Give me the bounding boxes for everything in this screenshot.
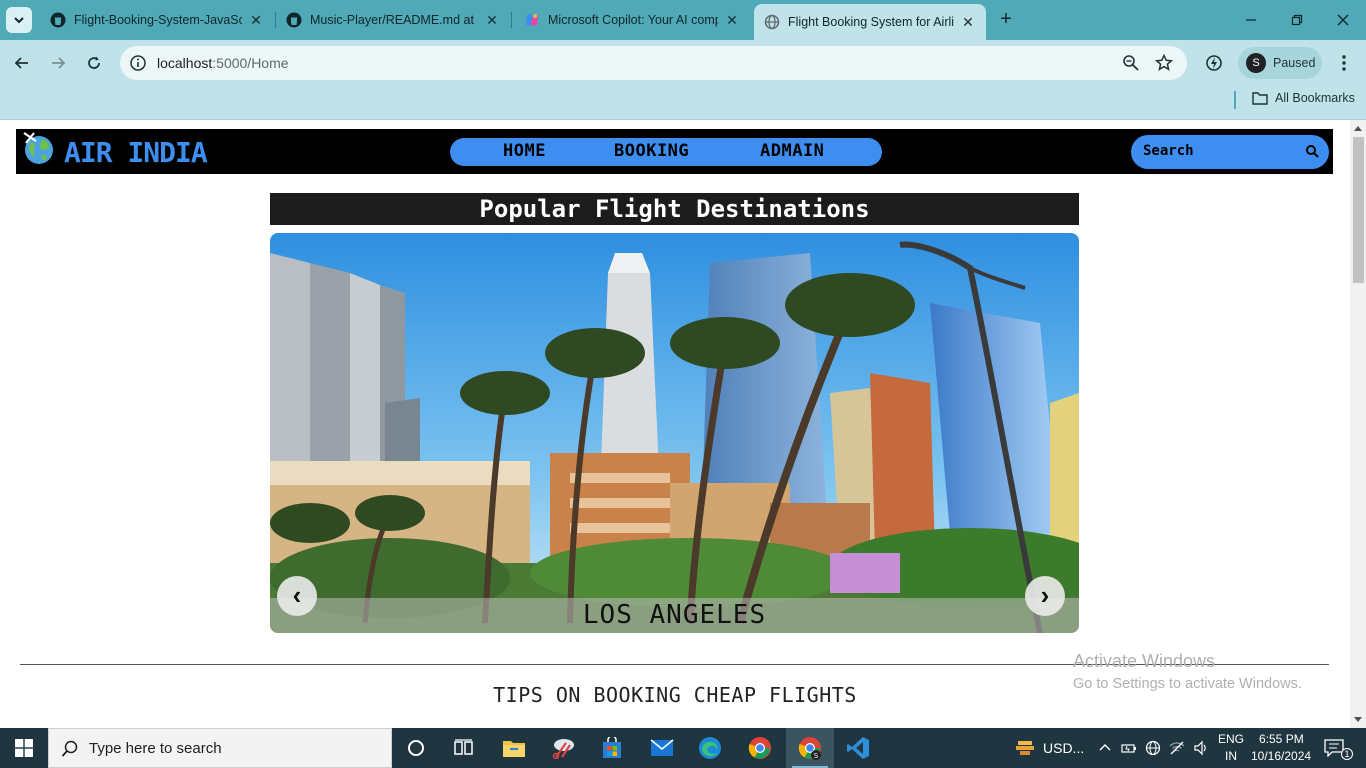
browser-tab[interactable]: Microsoft Copilot: Your AI comp ✕	[514, 4, 750, 36]
svg-text:S: S	[814, 752, 819, 760]
close-tab-icon[interactable]: ✕	[484, 12, 500, 28]
github-icon	[50, 12, 66, 28]
extensions-icon[interactable]	[1200, 49, 1228, 77]
search-icon	[61, 740, 78, 757]
close-tab-icon[interactable]: ✕	[248, 12, 264, 28]
more-menu-icon[interactable]	[1330, 49, 1358, 77]
folder-icon	[1252, 92, 1268, 105]
tab-title: Flight Booking System for Airlin	[788, 15, 954, 29]
profile-status: Paused	[1273, 56, 1316, 70]
windows-logo-icon	[15, 739, 33, 757]
site-info-icon[interactable]	[128, 53, 148, 73]
tab-search-button[interactable]	[6, 7, 32, 33]
bookmarks-bar: All Bookmarks	[0, 86, 1366, 120]
search-placeholder: Search	[1143, 143, 1194, 159]
weather-text[interactable]: USD...	[1043, 740, 1084, 756]
profile-button[interactable]: S Paused	[1238, 47, 1322, 79]
notification-count-badge: 1	[1341, 748, 1353, 760]
chevron-down-icon	[14, 17, 24, 24]
wifi-off-icon[interactable]	[1169, 740, 1185, 756]
back-arrow-icon[interactable]	[8, 49, 36, 77]
browser-tab[interactable]: Flight-Booking-System-JavaScr ✕	[40, 4, 274, 36]
tab-title: Flight-Booking-System-JavaScr	[74, 13, 242, 27]
all-bookmarks-label: All Bookmarks	[1275, 91, 1355, 105]
browser-tabstrip: Flight-Booking-System-JavaScr ✕ Music-Pl…	[0, 0, 1366, 40]
url-host: localhost	[157, 55, 213, 71]
volume-icon[interactable]	[1193, 740, 1209, 756]
browser-tab-active[interactable]: Flight Booking System for Airlin ✕	[754, 4, 986, 40]
search-icon[interactable]	[1305, 144, 1319, 158]
file-explorer-icon[interactable]	[490, 728, 538, 768]
reload-icon[interactable]	[80, 49, 108, 77]
taskbar-search-placeholder: Type here to search	[89, 740, 222, 757]
los-angeles-skyline-image	[270, 233, 1079, 633]
site-header: AIR INDIA HOME BOOKING ADMAIN Search	[16, 129, 1333, 174]
zoom-icon[interactable]	[1121, 53, 1141, 73]
scroll-up-icon[interactable]	[1354, 126, 1362, 131]
windows-taskbar: Type here to search S USD... ENG IN 6:55…	[0, 728, 1366, 768]
vscode-icon[interactable]	[834, 728, 882, 768]
address-bar[interactable]: localhost:5000/Home	[120, 46, 1187, 80]
network-globe-icon[interactable]	[1145, 740, 1161, 756]
edge-icon[interactable]	[686, 728, 734, 768]
clock-date[interactable]: 10/16/2024	[1251, 749, 1311, 763]
chevron-up-icon[interactable]	[1097, 740, 1113, 756]
nav-booking[interactable]: BOOKING	[614, 141, 689, 161]
page-viewport: AIR INDIA HOME BOOKING ADMAIN Search Pop…	[0, 120, 1350, 728]
destination-carousel: LOS ANGELES ‹ ›	[270, 233, 1079, 633]
snipping-tool-icon[interactable]	[540, 728, 588, 768]
activate-windows-title: Activate Windows	[1073, 651, 1216, 671]
task-view-icon[interactable]	[440, 728, 488, 768]
close-tab-icon[interactable]: ✕	[960, 14, 976, 30]
close-window-icon[interactable]	[1320, 0, 1366, 40]
bookmark-star-icon[interactable]	[1154, 53, 1174, 73]
site-search-input[interactable]: Search	[1131, 135, 1329, 169]
scroll-down-icon[interactable]	[1354, 717, 1362, 722]
url-text[interactable]: localhost:5000/Home	[157, 55, 289, 71]
nav-home[interactable]: HOME	[503, 141, 546, 161]
restore-icon[interactable]	[1274, 0, 1320, 40]
browser-toolbar: localhost:5000/Home	[0, 40, 1366, 86]
language-label[interactable]: ENG	[1218, 732, 1244, 746]
copilot-icon	[526, 13, 538, 27]
carousel-prev-button[interactable]: ‹	[277, 576, 317, 616]
avatar: S	[1246, 53, 1266, 73]
chrome-icon[interactable]	[736, 728, 784, 768]
page-scrollbar[interactable]	[1350, 120, 1366, 728]
tab-title: Microsoft Copilot: Your AI comp	[548, 13, 718, 27]
region-label[interactable]: IN	[1225, 749, 1237, 763]
nav-admin[interactable]: ADMAIN	[760, 141, 824, 161]
start-button[interactable]	[0, 728, 48, 768]
carousel-next-button[interactable]: ›	[1025, 576, 1065, 616]
url-path: :5000/Home	[212, 55, 289, 71]
scrollbar-thumb[interactable]	[1353, 137, 1364, 283]
mail-icon[interactable]	[638, 728, 686, 768]
globe-icon	[764, 14, 780, 30]
forward-arrow-icon[interactable]	[44, 49, 72, 77]
globe-plane-logo-icon	[23, 132, 53, 164]
clock-time[interactable]: 6:55 PM	[1259, 732, 1304, 746]
main-nav: HOME BOOKING ADMAIN	[450, 138, 882, 166]
microsoft-store-icon[interactable]	[588, 728, 636, 768]
activate-windows-hint: Go to Settings to activate Windows.	[1073, 676, 1302, 692]
battery-icon[interactable]	[1121, 740, 1137, 756]
new-tab-button[interactable]: +	[994, 8, 1018, 32]
section-title: Popular Flight Destinations	[270, 193, 1079, 225]
tab-title: Music-Player/README.md at m	[310, 13, 478, 27]
bookmarks-separator	[1234, 91, 1236, 109]
close-tab-icon[interactable]: ✕	[724, 12, 740, 28]
browser-tab[interactable]: Music-Player/README.md at m ✕	[276, 4, 510, 36]
brand-title[interactable]: AIR INDIA	[64, 136, 208, 169]
taskbar-search-input[interactable]: Type here to search	[48, 728, 392, 768]
chrome-profile-icon[interactable]: S	[786, 728, 834, 768]
github-icon	[286, 12, 302, 28]
carousel-caption: LOS ANGELES	[582, 600, 767, 630]
weather-icon[interactable]	[1014, 736, 1036, 758]
all-bookmarks-button[interactable]: All Bookmarks	[1252, 91, 1355, 105]
cortana-icon[interactable]	[392, 728, 440, 768]
tab-separator	[511, 12, 512, 28]
minimize-icon[interactable]	[1228, 0, 1274, 40]
